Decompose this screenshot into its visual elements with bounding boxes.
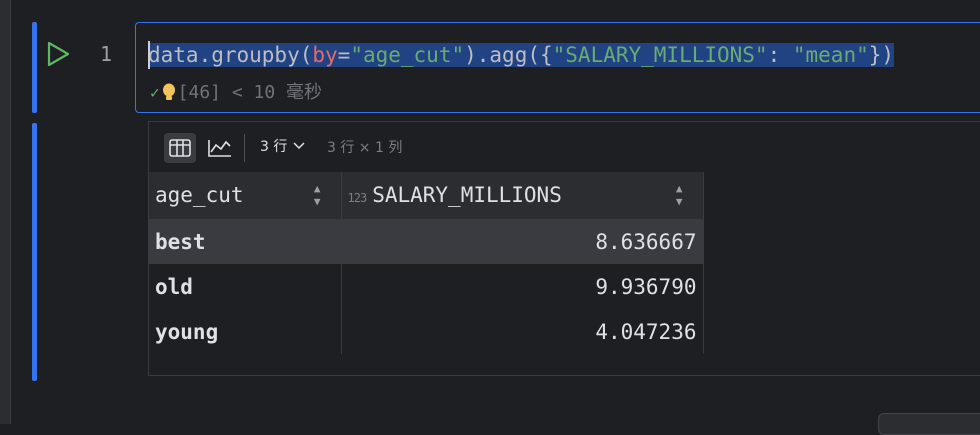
header-salary-millions[interactable]: 123 SALARY_MILLIONS ▲ ▼ (341, 172, 704, 220)
line-chart-icon (208, 140, 231, 157)
code-token: : (767, 43, 793, 67)
sort-icon[interactable]: ▲ ▼ (314, 182, 335, 208)
numeric-type-icon: 123 (347, 191, 368, 206)
text-cursor (148, 41, 150, 69)
check-icon: ✓ (150, 83, 160, 102)
chart-view-button[interactable] (204, 133, 236, 163)
code-token-string: "SALARY_MILLIONS" (552, 43, 768, 67)
rows-count-dropdown[interactable]: 3 行 (260, 136, 305, 156)
header-age-cut[interactable]: age_cut ▲ ▼ (149, 172, 342, 220)
table-header-row: age_cut ▲ ▼ 123 SALARY_MILLIONS ▲ ▼ (149, 172, 704, 220)
table-view-button[interactable] (164, 133, 196, 163)
rows-count-label: 3 行 (260, 139, 288, 155)
result-table: age_cut ▲ ▼ 123 SALARY_MILLIONS ▲ ▼ best 8.… (149, 172, 704, 354)
code-token: }) (868, 43, 895, 67)
table-shape-info: 3 行 × 1 列 (327, 140, 403, 156)
code-token-kwarg: by (312, 43, 338, 67)
code-token: ).agg({ (464, 43, 553, 67)
chevron-down-icon (293, 142, 305, 150)
play-icon (47, 41, 70, 67)
code-token-string: "mean" (792, 43, 869, 67)
floating-panel-edge[interactable] (878, 413, 980, 435)
code-token-string: "age_cut" (350, 43, 465, 67)
row-value[interactable]: 9.936790 (341, 264, 704, 309)
row-index[interactable]: best (149, 219, 342, 264)
code-token: data.groupby( (148, 43, 313, 67)
execution-status-text: [46] < 10 毫秒 (177, 82, 323, 103)
toolbar-divider (244, 134, 245, 162)
row-index[interactable]: young (149, 309, 342, 354)
output-toolbar: 3 行 3 行 × 1 列 (149, 122, 980, 172)
row-value[interactable]: 4.047236 (341, 309, 704, 354)
header-label: age_cut (155, 183, 244, 208)
table-row[interactable]: young 4.047236 (149, 309, 704, 354)
row-value[interactable]: 8.636667 (341, 219, 704, 264)
cell-output-marker[interactable] (32, 123, 37, 381)
execution-status: ✓ [46] < 10 毫秒 (150, 80, 322, 106)
row-index[interactable]: old (149, 264, 342, 309)
sort-icon[interactable]: ▲ ▼ (676, 182, 697, 208)
line-number: 1 (100, 42, 113, 66)
selection-highlight: data.groupby(by="age_cut").agg({"SALARY_… (148, 43, 895, 67)
table-row[interactable]: best 8.636667 (149, 219, 704, 264)
code-token: = (337, 43, 351, 67)
table-row[interactable]: old 9.936790 (149, 264, 704, 309)
table-icon (169, 139, 191, 157)
cell-input-marker[interactable] (32, 22, 37, 113)
code-editor-line[interactable]: data.groupby(by="age_cut").agg({"SALARY_… (148, 40, 895, 70)
run-cell-button[interactable] (44, 40, 72, 68)
lightbulb-icon[interactable] (162, 83, 176, 103)
header-label: SALARY_MILLIONS (372, 183, 562, 208)
left-tool-strip (0, 0, 11, 424)
output-panel: 3 行 3 行 × 1 列 age_cut ▲ ▼ 123 SALARY_MILLI… (148, 121, 980, 376)
